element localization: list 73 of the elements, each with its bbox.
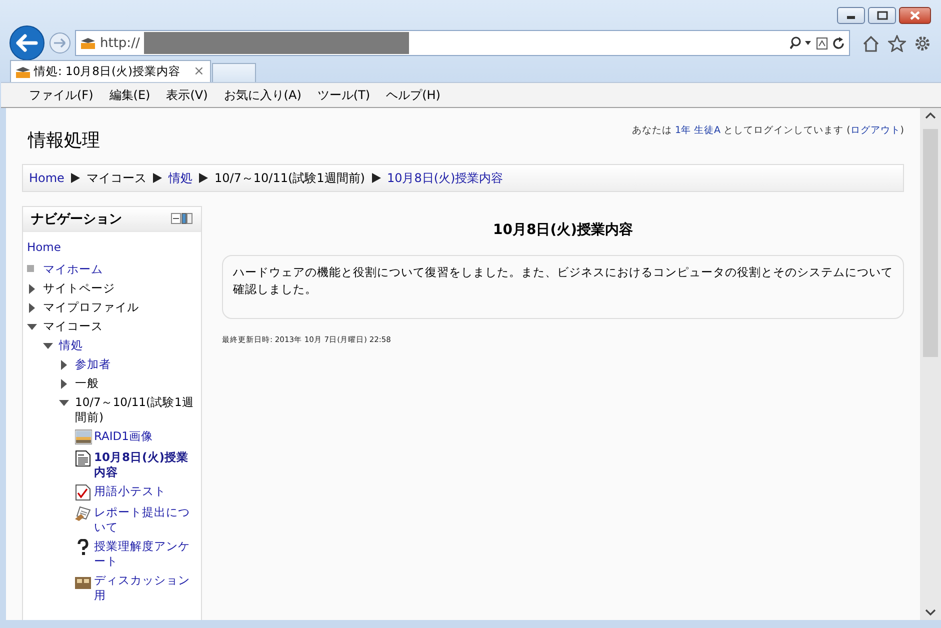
back-button[interactable]	[9, 25, 45, 61]
logo-icon	[80, 37, 96, 49]
collapsed-triangle-icon[interactable]	[59, 379, 69, 389]
close-button[interactable]	[899, 7, 931, 24]
nav-item[interactable]: マイコース	[43, 319, 103, 334]
breadcrumb-link[interactable]: Home	[29, 171, 64, 185]
address-text: http://	[100, 36, 140, 50]
page-icon	[75, 450, 92, 467]
breadcrumb-item: 10/7～10/11(試験1週間前)	[214, 170, 365, 186]
nav-item[interactable]: マイプロファイル	[43, 300, 139, 315]
logo-icon	[15, 66, 31, 78]
menu-item[interactable]: お気に入り(A)	[216, 86, 310, 104]
separator-arrow-icon	[370, 173, 381, 183]
scrollbar-thumb[interactable]	[923, 129, 938, 357]
breadcrumb-link[interactable]: 情処	[168, 170, 192, 186]
collapsed-triangle-icon[interactable]	[27, 303, 37, 313]
menu-item[interactable]: ツール(T)	[309, 86, 378, 104]
document-pen-icon	[75, 505, 92, 522]
address-field[interactable]: http://	[75, 30, 850, 56]
nav-link[interactable]: Home	[27, 240, 61, 258]
nav-item[interactable]: 一般	[75, 376, 99, 391]
separator-arrow-icon	[198, 173, 208, 183]
menu-item[interactable]: ヘルプ(H)	[378, 86, 448, 104]
menu-item[interactable]: 編集(E)	[101, 86, 158, 104]
activity-link[interactable]: レポート提出について	[94, 505, 197, 535]
tab-title: 情処: 10月8日(火)授業内容	[34, 64, 180, 79]
collapsed-triangle-icon[interactable]	[59, 360, 69, 370]
compatibility-icon[interactable]	[816, 36, 828, 50]
expanded-triangle-icon[interactable]	[59, 398, 69, 408]
block-title: ナビゲーション	[31, 211, 122, 228]
expanded-triangle-icon[interactable]	[43, 341, 53, 351]
square-bullet-icon	[27, 265, 34, 272]
settings-icon[interactable]	[914, 34, 931, 52]
maximize-button[interactable]	[868, 7, 896, 24]
collapsed-triangle-icon[interactable]	[27, 284, 37, 294]
menu-item[interactable]: ファイル(F)	[21, 86, 102, 104]
nav-item[interactable]: サイトページ	[43, 281, 115, 296]
browser-tab[interactable]: 情処: 10月8日(火)授業内容 ×	[10, 60, 212, 82]
nav-link[interactable]: 情処	[59, 338, 83, 353]
nav-item[interactable]: 10/7～10/11(試験1週間前)	[75, 395, 197, 425]
home-icon[interactable]	[862, 34, 880, 52]
login-info: あなたは 1年 生徒A としてログインしています (ログアウト)	[632, 124, 904, 137]
login-link[interactable]: 1年 生徒A	[674, 125, 721, 136]
activity-link[interactable]: ディスカッション用	[94, 573, 197, 603]
site-title: 情報処理	[28, 129, 100, 152]
activity-link[interactable]: RAID1画像	[94, 429, 153, 444]
scroll-down-icon[interactable]	[925, 609, 936, 616]
login-link[interactable]: ログアウト	[850, 125, 900, 136]
activity-link[interactable]: 授業理解度アンケート	[94, 539, 197, 569]
nav-link[interactable]: マイホーム	[43, 262, 103, 277]
scrollbar[interactable]	[920, 108, 941, 620]
activity-link[interactable]: 用語小テスト	[94, 484, 166, 499]
summary-text: ハードウェアの機能と役割について復習をしました。また、ビジネスにおけるコンピュータの役割とそのシステムについて確認しました。	[222, 255, 904, 319]
separator-arrow-icon	[70, 173, 80, 183]
close-icon	[908, 10, 922, 21]
separator-arrow-icon	[152, 173, 162, 183]
minimize-button[interactable]	[837, 7, 865, 24]
nav-link[interactable]: 参加者	[75, 357, 111, 372]
tab-close-button[interactable]: ×	[193, 64, 204, 79]
breadcrumb-link[interactable]: 10月8日(火)授業内容	[386, 170, 504, 186]
image-file-icon	[75, 429, 92, 446]
star-icon[interactable]	[888, 34, 906, 52]
activity-link[interactable]: 10月8日(火)授業内容	[94, 450, 197, 480]
checkmark-document-icon	[75, 484, 92, 501]
expanded-triangle-icon[interactable]	[27, 322, 37, 332]
maximize-icon	[875, 10, 889, 21]
refresh-icon[interactable]	[832, 36, 845, 50]
menu-item[interactable]: 表示(V)	[158, 86, 216, 104]
page-heading: 10月8日(火)授業内容	[492, 221, 634, 239]
search-icon[interactable]	[790, 36, 812, 50]
scroll-up-icon[interactable]	[925, 112, 936, 119]
dock-block-icon[interactable]	[171, 213, 193, 225]
breadcrumb-item: マイコース	[86, 170, 146, 186]
